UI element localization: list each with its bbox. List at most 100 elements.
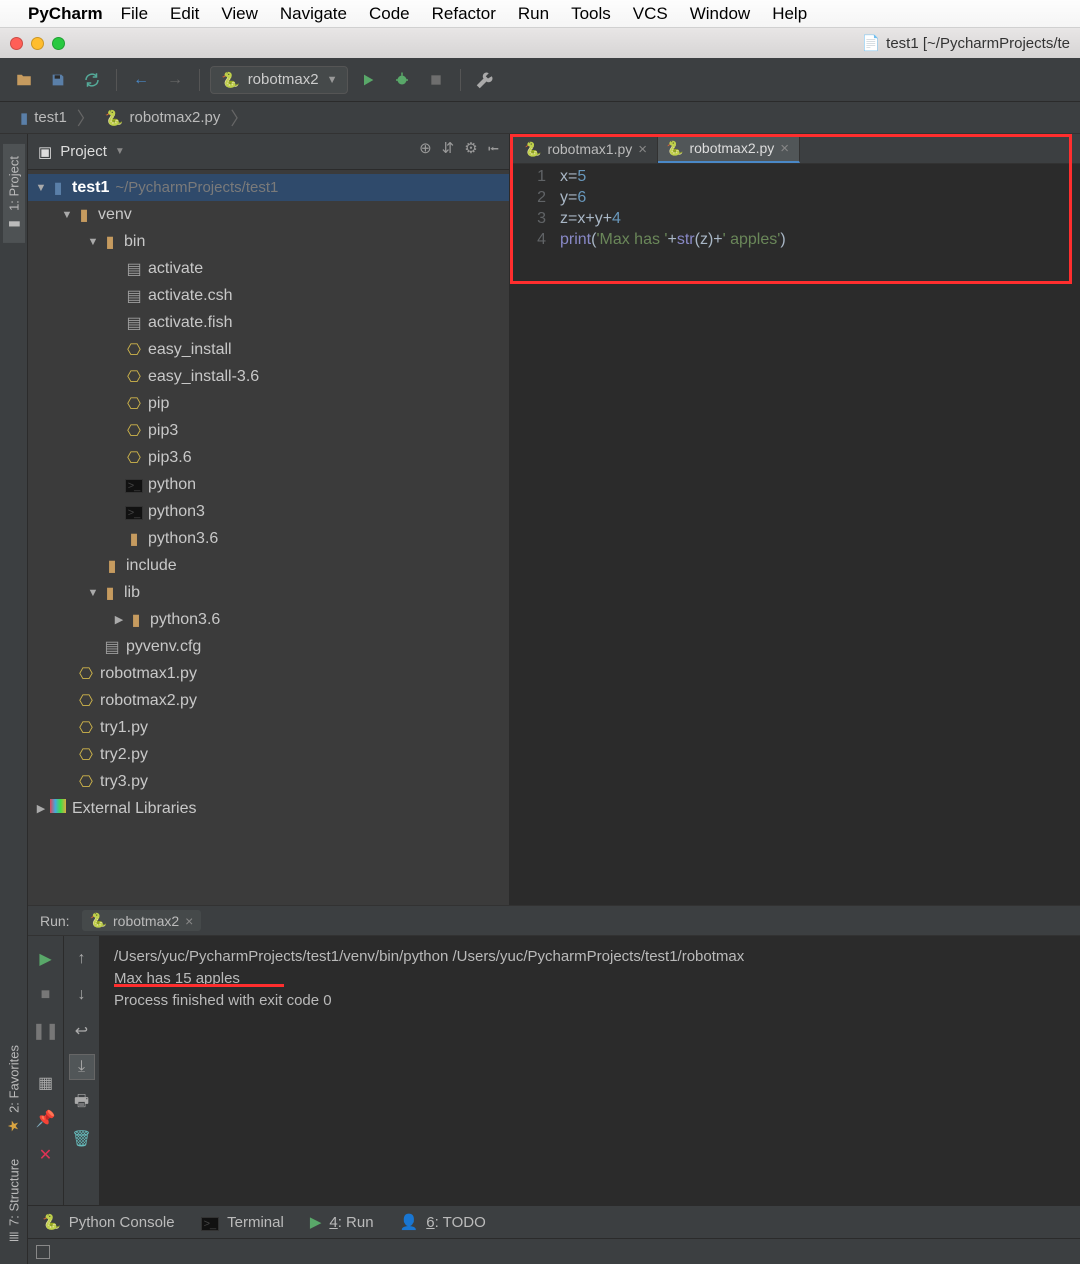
settings-wrench-button[interactable] bbox=[471, 66, 499, 94]
run-tab[interactable]: 🐍 robotmax2 × bbox=[82, 910, 202, 931]
close-icon[interactable]: × bbox=[185, 913, 193, 929]
debug-button[interactable] bbox=[388, 66, 416, 94]
forward-button[interactable]: → bbox=[161, 66, 189, 94]
tree-folder-python36[interactable]: ▶▮python3.6 bbox=[28, 606, 509, 633]
chevron-down-icon[interactable]: ▼ bbox=[115, 146, 125, 157]
tree-folder-lib[interactable]: ▼▮lib bbox=[28, 579, 509, 606]
locate-button[interactable]: ⊕ bbox=[419, 139, 432, 164]
tree-file[interactable]: ⎔try2.py bbox=[28, 741, 509, 768]
menu-code[interactable]: Code bbox=[369, 4, 410, 24]
python-icon: 🐍 bbox=[524, 141, 541, 158]
editor-tab-robotmax1[interactable]: 🐍 robotmax1.py × bbox=[516, 135, 658, 163]
sync-button[interactable] bbox=[78, 66, 106, 94]
tree-file[interactable]: ⎔robotmax2.py bbox=[28, 687, 509, 714]
editor-tab-label: robotmax2.py bbox=[689, 140, 774, 156]
tree-file[interactable]: ⎔pip3.6 bbox=[28, 444, 509, 471]
down-button[interactable]: ↓ bbox=[69, 982, 95, 1008]
tree-external-libraries[interactable]: ▶External Libraries bbox=[28, 795, 509, 822]
editor-tab-label: robotmax1.py bbox=[547, 141, 632, 157]
tree-root[interactable]: ▼▮ test1 ~/PycharmProjects/test1 bbox=[28, 174, 509, 201]
tree-folder-include[interactable]: ▮include bbox=[28, 552, 509, 579]
editor-pane: 🐍 robotmax1.py × 🐍 robotmax2.py × 1 2 3 bbox=[510, 134, 1080, 905]
tree-file[interactable]: ▤activate.fish bbox=[28, 309, 509, 336]
menu-run[interactable]: Run bbox=[518, 4, 549, 24]
stop-button[interactable] bbox=[422, 66, 450, 94]
close-button[interactable]: ✕ bbox=[33, 1142, 59, 1168]
tree-file[interactable]: ▤activate.csh bbox=[28, 282, 509, 309]
close-icon[interactable]: × bbox=[638, 141, 647, 158]
tab-todo[interactable]: 👤6: TODO bbox=[400, 1213, 486, 1231]
wrap-button[interactable]: ↩ bbox=[69, 1018, 95, 1044]
menu-vcs[interactable]: VCS bbox=[633, 4, 668, 24]
gear-icon[interactable]: ⚙ bbox=[464, 139, 477, 164]
stop-button[interactable]: ■ bbox=[33, 982, 59, 1008]
file-icon: 📄 bbox=[861, 34, 880, 52]
chevron-right-icon: 〉 bbox=[230, 105, 248, 131]
tab-python-console[interactable]: 🐍Python Console bbox=[42, 1213, 175, 1231]
tree-file[interactable]: ⎔try1.py bbox=[28, 714, 509, 741]
tree-folder-venv[interactable]: ▼▮venv bbox=[28, 201, 509, 228]
run-toolbar-left: ▶ ■ ❚❚ ▦ 📌 ✕ bbox=[28, 936, 64, 1205]
tree-file[interactable]: ▤activate bbox=[28, 255, 509, 282]
tree-file[interactable]: ⎔robotmax1.py bbox=[28, 660, 509, 687]
bottom-tool-tabs: 🐍Python Console >_Terminal ▶4: Run 👤6: T… bbox=[28, 1205, 1080, 1238]
menu-refactor[interactable]: Refactor bbox=[432, 4, 496, 24]
code-lines[interactable]: x=5 y=6 z=x+y+4 print('Max has '+str(z)+… bbox=[560, 166, 1080, 905]
menu-window[interactable]: Window bbox=[690, 4, 750, 24]
save-button[interactable] bbox=[44, 66, 72, 94]
breadcrumb-root[interactable]: ▮ test1 bbox=[12, 107, 75, 129]
output-line: Process finished with exit code 0 bbox=[114, 990, 1066, 1012]
python-icon: 🐍 bbox=[105, 109, 124, 127]
maximize-window-button[interactable] bbox=[52, 37, 65, 50]
status-indicator[interactable] bbox=[36, 1245, 50, 1259]
run-config-selector[interactable]: 🐍 robotmax2 ▼ bbox=[210, 66, 348, 94]
breadcrumb-file[interactable]: 🐍 robotmax2.py bbox=[97, 107, 229, 129]
sidebar-tab-structure[interactable]: ≣7: Structure bbox=[3, 1147, 25, 1254]
minimize-window-button[interactable] bbox=[31, 37, 44, 50]
tree-file[interactable]: >_python3 bbox=[28, 498, 509, 525]
pin-button[interactable]: 📌 bbox=[33, 1106, 59, 1132]
pause-button[interactable]: ❚❚ bbox=[33, 1018, 59, 1044]
clear-button[interactable]: 🗑 bbox=[69, 1126, 95, 1152]
tree-file[interactable]: ⎔easy_install bbox=[28, 336, 509, 363]
run-button[interactable] bbox=[354, 66, 382, 94]
tree-file[interactable]: ⎔pip bbox=[28, 390, 509, 417]
layout-button[interactable]: ▦ bbox=[33, 1070, 59, 1096]
menu-file[interactable]: File bbox=[121, 4, 148, 24]
collapse-button[interactable]: ⇵ bbox=[442, 139, 455, 164]
close-icon[interactable]: × bbox=[780, 140, 789, 157]
tab-run[interactable]: ▶4: Run bbox=[310, 1213, 374, 1231]
tree-folder-bin[interactable]: ▼▮bin bbox=[28, 228, 509, 255]
rerun-button[interactable]: ▶ bbox=[33, 946, 59, 972]
menu-edit[interactable]: Edit bbox=[170, 4, 199, 24]
hide-button[interactable]: ⭰ bbox=[488, 139, 499, 164]
menu-tools[interactable]: Tools bbox=[571, 4, 611, 24]
menu-navigate[interactable]: Navigate bbox=[280, 4, 347, 24]
tree-file[interactable]: ⎔try3.py bbox=[28, 768, 509, 795]
tree-file[interactable]: ⎔easy_install-3.6 bbox=[28, 363, 509, 390]
tree-file-pyvenv[interactable]: ▤pyvenv.cfg bbox=[28, 633, 509, 660]
up-button[interactable]: ↑ bbox=[69, 946, 95, 972]
todo-icon: 👤 bbox=[400, 1213, 419, 1231]
tab-label: Python Console bbox=[69, 1214, 175, 1231]
print-button[interactable]: 🖶 bbox=[69, 1090, 95, 1116]
tree-file[interactable]: ⎔pip3 bbox=[28, 417, 509, 444]
run-tool-window: Run: 🐍 robotmax2 × ▶ ■ ❚❚ ▦ 📌 ✕ bbox=[28, 905, 1080, 1205]
tree-file[interactable]: ▮python3.6 bbox=[28, 525, 509, 552]
tree-file[interactable]: >_python bbox=[28, 471, 509, 498]
menu-help[interactable]: Help bbox=[772, 4, 807, 24]
project-panel-title[interactable]: Project bbox=[60, 143, 107, 160]
sidebar-tab-favorites[interactable]: ★2: Favorites bbox=[3, 1033, 25, 1145]
scroll-to-end-button[interactable]: ⤓ bbox=[69, 1054, 95, 1080]
run-output[interactable]: /Users/yuc/PycharmProjects/test1/venv/bi… bbox=[100, 936, 1080, 1205]
menu-view[interactable]: View bbox=[221, 4, 258, 24]
project-tree[interactable]: ▼▮ test1 ~/PycharmProjects/test1 ▼▮venv … bbox=[28, 170, 509, 905]
app-name[interactable]: PyCharm bbox=[28, 4, 103, 24]
open-folder-button[interactable] bbox=[10, 66, 38, 94]
close-window-button[interactable] bbox=[10, 37, 23, 50]
sidebar-tab-project[interactable]: ▮1: Project bbox=[3, 144, 25, 243]
tab-terminal[interactable]: >_Terminal bbox=[201, 1214, 284, 1231]
back-button[interactable]: ← bbox=[127, 66, 155, 94]
editor-tab-robotmax2[interactable]: 🐍 robotmax2.py × bbox=[658, 135, 800, 163]
code-editor[interactable]: 1 2 3 4 x=5 y=6 z=x+y+4 print('Max has '… bbox=[510, 164, 1080, 905]
